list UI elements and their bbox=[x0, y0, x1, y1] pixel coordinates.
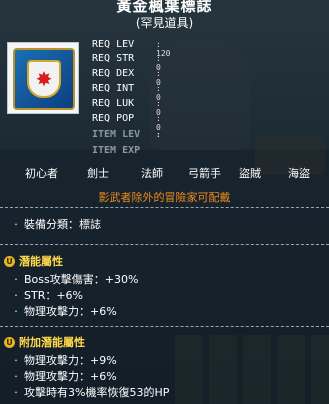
rank-badge-icon: U bbox=[4, 336, 15, 348]
item-rarity: (罕見道具) bbox=[135, 16, 194, 30]
bonus-potential-title: 附加潛能屬性 bbox=[19, 336, 85, 349]
req-int: REQ INT: 0 bbox=[92, 83, 161, 102]
golden-maple-leaf-emblem-icon: ✸ bbox=[13, 48, 75, 110]
req-lev: REQ LEV: 120 bbox=[92, 39, 171, 58]
shield-icon: ✸ bbox=[27, 60, 61, 98]
divider bbox=[0, 326, 329, 327]
item-icon-frame: ✸ bbox=[7, 42, 79, 114]
bonus-potential-line: · 物理攻擊力：+6% bbox=[14, 370, 117, 383]
item-lev: ITEM LEV: bbox=[92, 129, 161, 140]
req-pop: REQ POP: 0 bbox=[92, 113, 161, 132]
req-str: REQ STR: 0 bbox=[92, 53, 161, 72]
job-warrior: 劍士 bbox=[87, 167, 109, 180]
maple-leaf-icon: ✸ bbox=[35, 67, 53, 91]
bonus-potential-header: U 附加潛能屬性 bbox=[4, 334, 85, 350]
potential-title: 潛能屬性 bbox=[19, 255, 63, 268]
bonus-potential-line: · 攻擊時有3%機率恢復53的HP bbox=[14, 386, 170, 399]
bonus-potential-line: · 物理攻擊力：+9% bbox=[14, 354, 117, 367]
job-thief: 盜賊 bbox=[239, 167, 261, 180]
divider bbox=[0, 244, 329, 245]
potential-line: · Boss攻擊傷害：+30% bbox=[14, 273, 139, 286]
divider bbox=[0, 207, 329, 208]
potential-line: · STR：+6% bbox=[14, 289, 84, 302]
job-bowman: 弓箭手 bbox=[188, 167, 221, 180]
equip-category: · 裝備分類：標誌 bbox=[14, 218, 101, 231]
potential-line: · 物理攻擊力：+6% bbox=[14, 305, 117, 318]
rank-badge-icon: U bbox=[4, 255, 15, 267]
req-luk: REQ LUK: 0 bbox=[92, 98, 161, 117]
potential-header: U 潛能屬性 bbox=[4, 253, 63, 269]
req-dex: REQ DEX: 0 bbox=[92, 68, 161, 87]
job-pirate: 海盜 bbox=[288, 167, 310, 180]
job-restriction: 影武者除外的冒險家可配戴 bbox=[98, 191, 231, 204]
job-magician: 法師 bbox=[141, 167, 163, 180]
item-exp: ITEM EXP bbox=[92, 145, 141, 156]
item-tooltip: 黃金楓葉標誌 (罕見道具) ✸ REQ LEV: 120 REQ STR: 0 … bbox=[0, 0, 329, 404]
job-beginner: 初心者 bbox=[25, 167, 58, 180]
